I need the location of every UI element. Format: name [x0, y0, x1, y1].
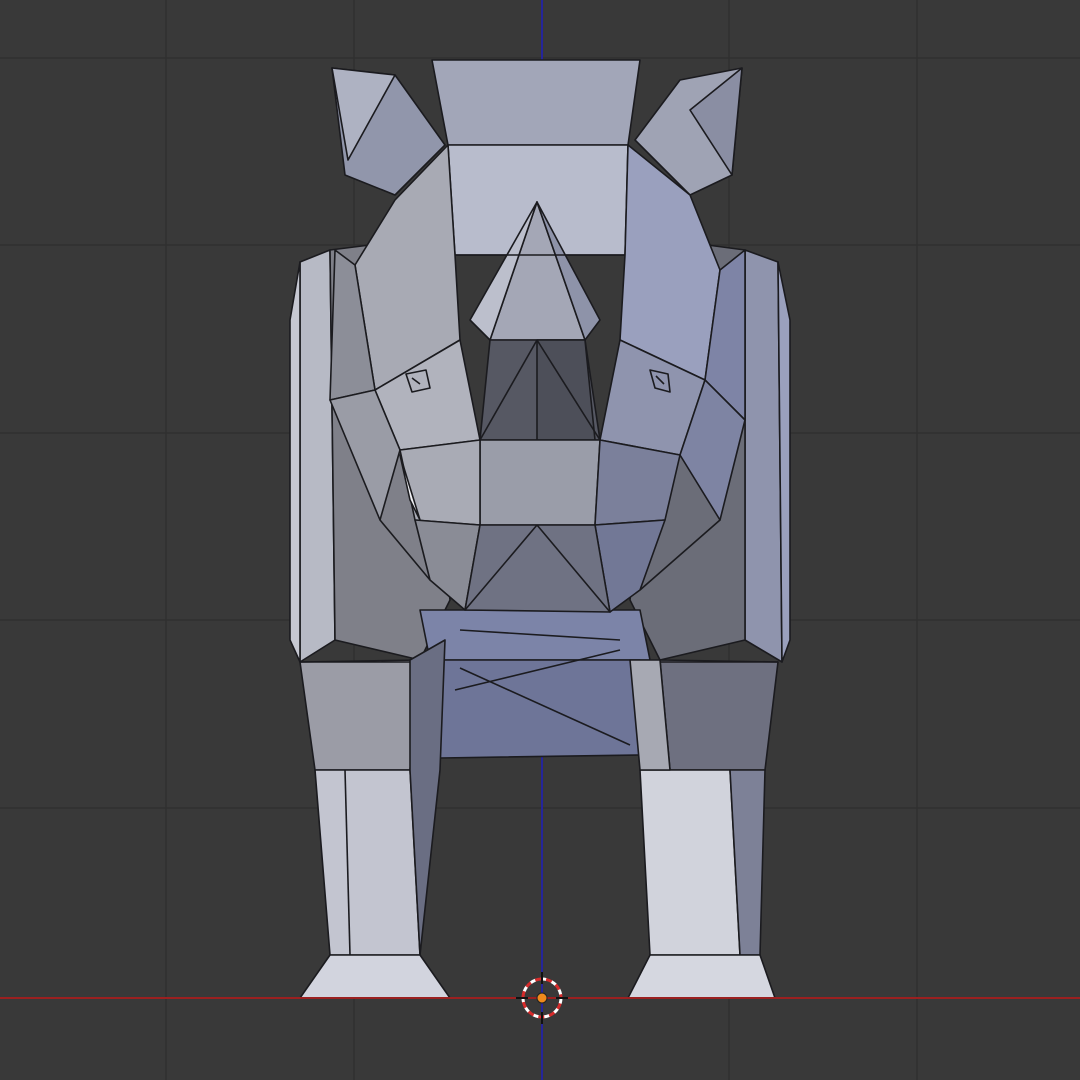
- body-left-edge: [289, 261, 301, 663]
- mouth: [464, 524, 611, 613]
- left-hoof: [299, 954, 451, 999]
- right-leg-front: [639, 769, 741, 956]
- head-top: [431, 59, 641, 146]
- right-hoof: [627, 954, 776, 999]
- viewport-canvas[interactable]: [0, 0, 1080, 1080]
- belly-panel: [439, 659, 641, 759]
- body-right-side: [744, 249, 783, 663]
- muzzle: [479, 439, 601, 526]
- muzzle-right: [594, 439, 681, 526]
- 3d-viewport[interactable]: [0, 0, 1080, 1080]
- body-left-side: [299, 249, 336, 663]
- body-lower-right: [659, 659, 779, 771]
- left-leg-outer: [314, 769, 421, 956]
- body-lower-left: [299, 659, 421, 771]
- rhino-mesh[interactable]: [289, 59, 791, 999]
- object-origin-icon: [536, 992, 548, 1004]
